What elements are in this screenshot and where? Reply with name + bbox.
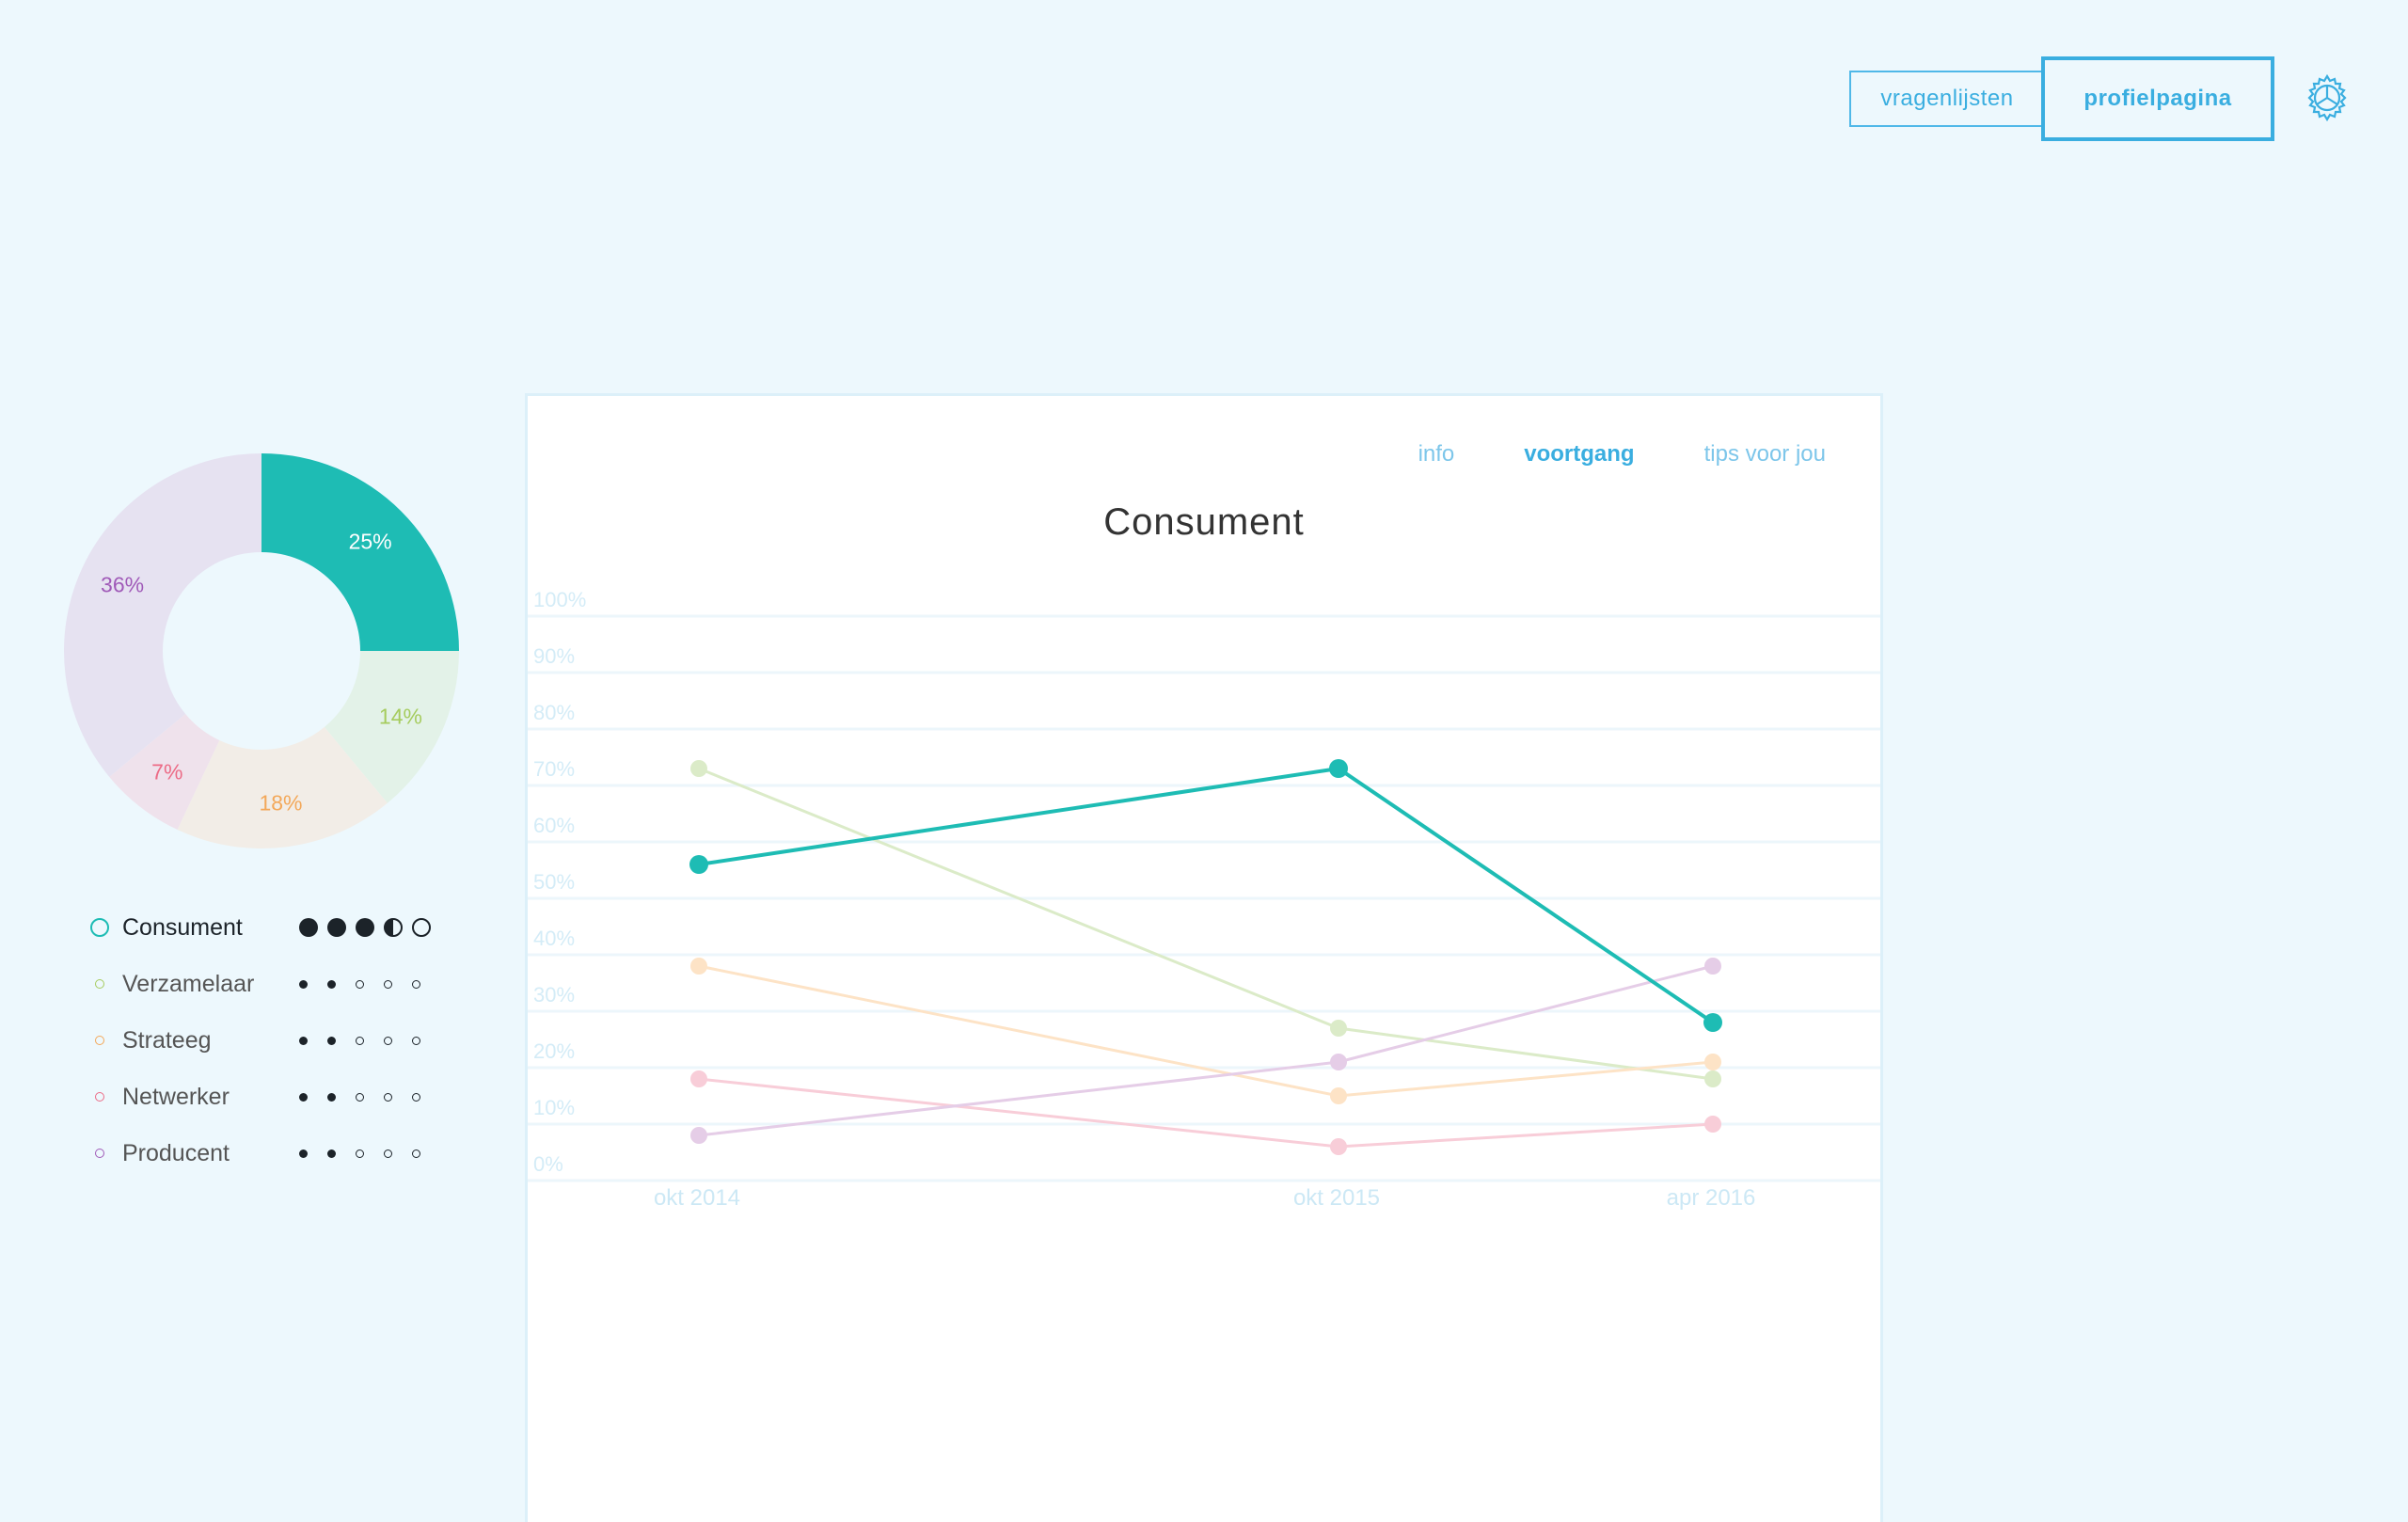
legend-rating bbox=[299, 1036, 440, 1045]
legend-label: Producent bbox=[122, 1139, 230, 1166]
x-tick-label: apr 2016 bbox=[1667, 1185, 1756, 1211]
series-line-verzamelaar[interactable] bbox=[698, 767, 1714, 1081]
y-tick-label: 50% bbox=[533, 870, 575, 894]
gear-icon[interactable] bbox=[2303, 73, 2352, 122]
rating-dot-empty bbox=[356, 979, 364, 989]
data-point-consument[interactable] bbox=[1703, 1013, 1722, 1032]
y-tick-label: 80% bbox=[533, 701, 575, 724]
progress-line-chart: 0% 10% 20% 30% 40% 50% 60% 70% 80% 90% 100% okt 201… bbox=[528, 588, 1880, 1211]
legend-marker-icon bbox=[90, 918, 109, 937]
series-line-producent[interactable] bbox=[698, 964, 1714, 1137]
rating-dot-empty bbox=[356, 1036, 364, 1045]
data-point-verzamelaar[interactable] bbox=[690, 760, 707, 777]
rating-dot-filled bbox=[299, 1149, 308, 1158]
y-tick-label: 30% bbox=[533, 983, 575, 1007]
data-point-consument[interactable] bbox=[689, 855, 708, 874]
y-tick-label: 60% bbox=[533, 814, 575, 837]
legend-item-producent[interactable]: Producent bbox=[87, 1125, 444, 1181]
legend-label: Consument bbox=[122, 913, 243, 941]
rating-dot-filled bbox=[327, 1092, 336, 1102]
legend-rating bbox=[299, 1092, 440, 1102]
progress-card: info voortgang tips voor jou Consument 0… bbox=[525, 393, 1883, 1522]
top-navigation: vragenlijsten profielpagina bbox=[1849, 56, 2274, 141]
profile-donut-chart: 25% 14% 18% 7% 36% bbox=[62, 452, 461, 850]
donut-label-verzamelaar: 14% bbox=[378, 704, 422, 729]
profile-legend: Consument Verzamelaar Strateeg Netwerker Pro… bbox=[87, 899, 444, 1181]
data-point-strateeg[interactable] bbox=[1704, 1054, 1721, 1070]
rating-dot-filled bbox=[327, 979, 336, 989]
rating-dot-filled bbox=[327, 918, 346, 937]
y-tick-label: 20% bbox=[533, 1039, 575, 1063]
series-line-netwerker[interactable] bbox=[698, 1077, 1714, 1149]
rating-dot-empty bbox=[384, 1149, 392, 1158]
rating-dot-filled bbox=[327, 1149, 336, 1158]
data-point-strateeg[interactable] bbox=[1330, 1087, 1347, 1104]
rating-dot-empty bbox=[412, 979, 420, 989]
rating-dot-filled bbox=[299, 1092, 308, 1102]
legend-item-netwerker[interactable]: Netwerker bbox=[87, 1069, 444, 1125]
legend-rating bbox=[299, 918, 440, 937]
legend-marker-icon bbox=[95, 1149, 104, 1158]
rating-dot-filled bbox=[327, 1036, 336, 1045]
data-point-netwerker[interactable] bbox=[690, 1070, 707, 1087]
legend-item-strateeg[interactable]: Strateeg bbox=[87, 1012, 444, 1069]
donut-label-strateeg: 18% bbox=[259, 790, 303, 816]
legend-marker-icon bbox=[95, 1092, 104, 1102]
rating-dot-half bbox=[384, 918, 403, 937]
y-tick-label: 40% bbox=[533, 927, 575, 950]
data-point-producent[interactable] bbox=[1330, 1054, 1347, 1070]
y-tick-label: 10% bbox=[533, 1096, 575, 1119]
legend-label: Verzamelaar bbox=[122, 970, 255, 997]
legend-label: Strateeg bbox=[122, 1026, 212, 1054]
y-tick-label: 100% bbox=[533, 588, 586, 611]
data-point-producent[interactable] bbox=[1704, 958, 1721, 975]
legend-rating bbox=[299, 1149, 440, 1158]
rating-dot-filled bbox=[356, 918, 374, 937]
data-point-strateeg[interactable] bbox=[690, 958, 707, 975]
rating-dot-filled bbox=[299, 918, 318, 937]
rating-dot-empty bbox=[412, 1149, 420, 1158]
donut-slice-producent[interactable] bbox=[64, 453, 262, 777]
legend-marker-icon bbox=[95, 1036, 104, 1045]
y-tick-label: 0% bbox=[533, 1152, 563, 1176]
profile-page-button[interactable]: profielpagina bbox=[2041, 56, 2274, 141]
y-tick-label: 70% bbox=[533, 757, 575, 781]
legend-label: Netwerker bbox=[122, 1083, 230, 1110]
rating-dot-empty bbox=[412, 1092, 420, 1102]
rating-dot-empty bbox=[384, 1092, 392, 1102]
x-tick-label: okt 2015 bbox=[1293, 1185, 1380, 1211]
questionnaires-button[interactable]: vragenlijsten bbox=[1849, 71, 2045, 127]
rating-dot-filled bbox=[299, 1036, 308, 1045]
legend-item-consument[interactable]: Consument bbox=[87, 899, 444, 956]
data-point-verzamelaar[interactable] bbox=[1704, 1070, 1721, 1087]
rating-dot-empty bbox=[412, 918, 431, 937]
rating-dot-empty bbox=[356, 1149, 364, 1158]
legend-marker-icon bbox=[95, 979, 104, 989]
rating-dot-filled bbox=[299, 979, 308, 989]
data-point-consument[interactable] bbox=[1329, 759, 1348, 778]
rating-dot-empty bbox=[384, 1036, 392, 1045]
donut-label-netwerker: 7% bbox=[151, 759, 183, 785]
rating-dot-empty bbox=[412, 1036, 420, 1045]
data-point-netwerker[interactable] bbox=[1330, 1138, 1347, 1155]
series-line-consument[interactable] bbox=[698, 766, 1715, 1024]
donut-label-producent: 36% bbox=[101, 572, 145, 597]
data-point-producent[interactable] bbox=[690, 1127, 707, 1144]
donut-label-consument: 25% bbox=[348, 529, 392, 554]
data-point-verzamelaar[interactable] bbox=[1330, 1020, 1347, 1037]
x-tick-label: okt 2014 bbox=[654, 1185, 740, 1211]
legend-item-verzamelaar[interactable]: Verzamelaar bbox=[87, 956, 444, 1012]
rating-dot-empty bbox=[384, 979, 392, 989]
y-tick-label: 90% bbox=[533, 644, 575, 668]
data-point-netwerker[interactable] bbox=[1704, 1116, 1721, 1133]
rating-dot-empty bbox=[356, 1092, 364, 1102]
legend-rating bbox=[299, 979, 440, 989]
